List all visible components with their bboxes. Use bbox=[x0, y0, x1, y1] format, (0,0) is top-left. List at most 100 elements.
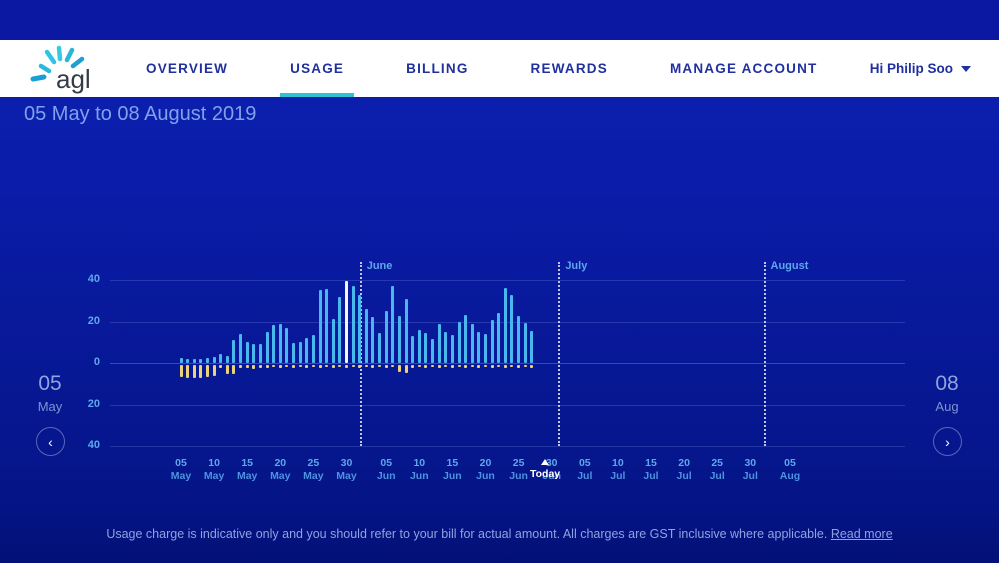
export-bar[interactable] bbox=[332, 365, 335, 368]
export-bar[interactable] bbox=[444, 365, 447, 367]
export-bar[interactable] bbox=[226, 365, 229, 374]
export-bar[interactable] bbox=[266, 365, 269, 368]
usage-bar[interactable] bbox=[213, 357, 216, 363]
export-bar[interactable] bbox=[338, 365, 341, 367]
export-bar[interactable] bbox=[458, 365, 461, 367]
usage-bar[interactable] bbox=[338, 297, 341, 363]
export-bar[interactable] bbox=[213, 365, 216, 376]
usage-bar[interactable] bbox=[199, 359, 202, 363]
export-bar[interactable] bbox=[279, 365, 282, 368]
usage-bar[interactable] bbox=[477, 332, 480, 363]
usage-bar[interactable] bbox=[418, 330, 421, 363]
usage-bar[interactable] bbox=[405, 299, 408, 363]
usage-bar[interactable] bbox=[180, 358, 183, 363]
export-bar[interactable] bbox=[319, 365, 322, 368]
usage-bar[interactable] bbox=[398, 316, 401, 363]
export-bar[interactable] bbox=[524, 365, 527, 367]
export-bar[interactable] bbox=[497, 365, 500, 367]
usage-bar[interactable] bbox=[358, 295, 361, 363]
x-axis-tick[interactable]: 30May bbox=[324, 457, 368, 483]
usage-bar[interactable] bbox=[193, 359, 196, 363]
export-bar[interactable] bbox=[246, 365, 249, 368]
export-bar[interactable] bbox=[199, 365, 202, 378]
usage-bar[interactable] bbox=[524, 323, 527, 363]
export-bar[interactable] bbox=[325, 365, 328, 367]
usage-bar[interactable] bbox=[292, 343, 295, 363]
export-bar[interactable] bbox=[252, 365, 255, 369]
read-more-link[interactable]: Read more bbox=[831, 527, 893, 541]
export-bar[interactable] bbox=[312, 365, 315, 367]
export-bar[interactable] bbox=[411, 365, 414, 368]
usage-bar[interactable] bbox=[378, 333, 381, 363]
usage-bar[interactable] bbox=[312, 335, 315, 363]
export-bar[interactable] bbox=[232, 365, 235, 374]
usage-bar[interactable] bbox=[279, 324, 282, 363]
export-bar[interactable] bbox=[398, 365, 401, 372]
usage-bar[interactable] bbox=[239, 334, 242, 363]
usage-bar[interactable] bbox=[431, 339, 434, 363]
usage-bar[interactable] bbox=[385, 311, 388, 363]
export-bar[interactable] bbox=[193, 365, 196, 378]
usage-bar[interactable] bbox=[517, 316, 520, 363]
usage-bar[interactable] bbox=[332, 319, 335, 363]
export-bar[interactable] bbox=[239, 365, 242, 368]
usage-bar[interactable] bbox=[424, 333, 427, 363]
user-menu[interactable]: Hi Philip Soo bbox=[870, 40, 971, 97]
usage-bar[interactable] bbox=[259, 344, 262, 363]
export-bar[interactable] bbox=[180, 365, 183, 377]
usage-bar[interactable] bbox=[246, 342, 249, 363]
export-bar[interactable] bbox=[530, 365, 533, 368]
next-period-button[interactable]: › bbox=[933, 427, 962, 456]
export-bar[interactable] bbox=[352, 365, 355, 367]
export-bar[interactable] bbox=[259, 365, 262, 368]
agl-logo[interactable]: agl bbox=[26, 42, 110, 96]
usage-bar[interactable] bbox=[371, 317, 374, 363]
export-bar[interactable] bbox=[378, 365, 381, 367]
export-bar[interactable] bbox=[272, 365, 275, 367]
nav-rewards[interactable]: REWARDS bbox=[527, 41, 612, 96]
usage-bar[interactable] bbox=[319, 290, 322, 363]
usage-bar[interactable] bbox=[219, 354, 222, 363]
usage-bar[interactable] bbox=[305, 338, 308, 363]
usage-bar[interactable] bbox=[391, 286, 394, 363]
usage-bar[interactable] bbox=[464, 315, 467, 363]
usage-bar[interactable] bbox=[471, 324, 474, 363]
export-bar[interactable] bbox=[517, 365, 520, 368]
usage-bar[interactable] bbox=[186, 359, 189, 363]
export-bar[interactable] bbox=[464, 365, 467, 368]
usage-bar[interactable] bbox=[451, 335, 454, 363]
usage-bar[interactable] bbox=[504, 288, 507, 363]
usage-bar[interactable] bbox=[232, 340, 235, 363]
export-bar[interactable] bbox=[510, 365, 513, 367]
usage-bar[interactable] bbox=[272, 325, 275, 363]
export-bar[interactable] bbox=[491, 365, 494, 368]
export-bar[interactable] bbox=[292, 365, 295, 368]
usage-bar[interactable] bbox=[458, 322, 461, 364]
nav-manage-account[interactable]: MANAGE ACCOUNT bbox=[666, 41, 822, 96]
usage-bar[interactable] bbox=[365, 309, 368, 363]
usage-bar[interactable] bbox=[491, 320, 494, 363]
export-bar[interactable] bbox=[418, 365, 421, 367]
export-bar[interactable] bbox=[305, 365, 308, 368]
previous-period-button[interactable]: ‹ bbox=[36, 427, 65, 456]
usage-bar[interactable] bbox=[411, 336, 414, 363]
x-axis-tick[interactable]: 30Jul bbox=[728, 457, 772, 483]
export-bar[interactable] bbox=[438, 365, 441, 368]
export-bar[interactable] bbox=[471, 365, 474, 367]
export-bar[interactable] bbox=[477, 365, 480, 368]
usage-bar[interactable] bbox=[530, 331, 533, 363]
usage-bar[interactable] bbox=[266, 332, 269, 363]
usage-bar[interactable] bbox=[252, 344, 255, 363]
export-bar[interactable] bbox=[391, 365, 394, 367]
usage-bar[interactable] bbox=[206, 358, 209, 363]
export-bar[interactable] bbox=[385, 365, 388, 368]
usage-bar[interactable] bbox=[352, 286, 355, 363]
usage-bar[interactable] bbox=[484, 334, 487, 363]
export-bar[interactable] bbox=[285, 365, 288, 367]
export-bar[interactable] bbox=[405, 365, 408, 373]
usage-bar[interactable] bbox=[325, 289, 328, 363]
export-bar[interactable] bbox=[431, 365, 434, 367]
usage-bar[interactable] bbox=[438, 324, 441, 363]
export-bar[interactable] bbox=[345, 365, 348, 368]
export-bar[interactable] bbox=[484, 365, 487, 367]
